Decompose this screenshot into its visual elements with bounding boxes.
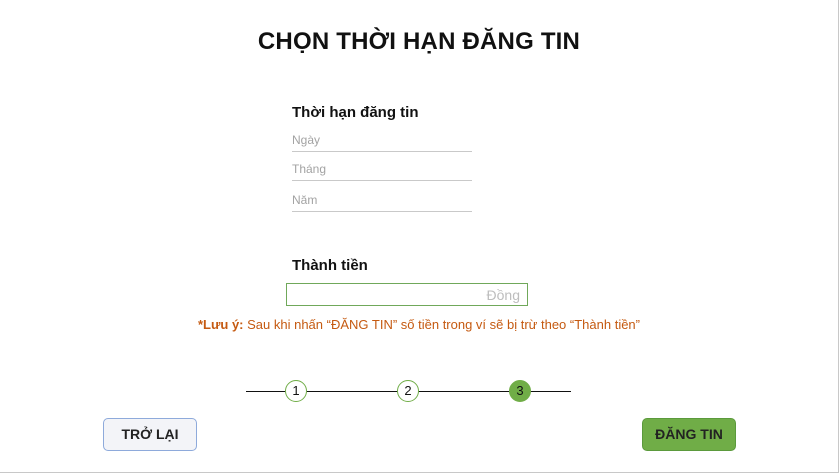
total-label: Thành tiền: [292, 257, 368, 274]
note-prefix: *Lưu ý:: [197, 317, 244, 332]
step-2: 2: [397, 380, 419, 402]
post-button[interactable]: ĐĂNG TIN: [642, 418, 736, 451]
page-title: CHỌN THỜI HẠN ĐĂNG TIN: [257, 28, 581, 55]
total-input[interactable]: [287, 284, 489, 305]
day-input[interactable]: [292, 129, 472, 152]
duration-label: Thời hạn đăng tin: [292, 104, 419, 121]
step-1: 1: [285, 380, 307, 402]
step-3: 3: [509, 380, 531, 402]
month-input[interactable]: [292, 158, 472, 181]
back-button[interactable]: TRỞ LẠI: [103, 418, 197, 451]
total-field[interactable]: Đồng: [286, 283, 528, 306]
note-body: Sau khi nhấn “ĐĂNG TIN” số tiền trong ví…: [243, 317, 640, 332]
currency-unit: Đồng: [486, 287, 520, 303]
page-frame: [0, 0, 839, 473]
year-input[interactable]: [292, 189, 472, 212]
note-text: *Lưu ý: Sau khi nhấn “ĐĂNG TIN” số tiền …: [0, 317, 838, 332]
